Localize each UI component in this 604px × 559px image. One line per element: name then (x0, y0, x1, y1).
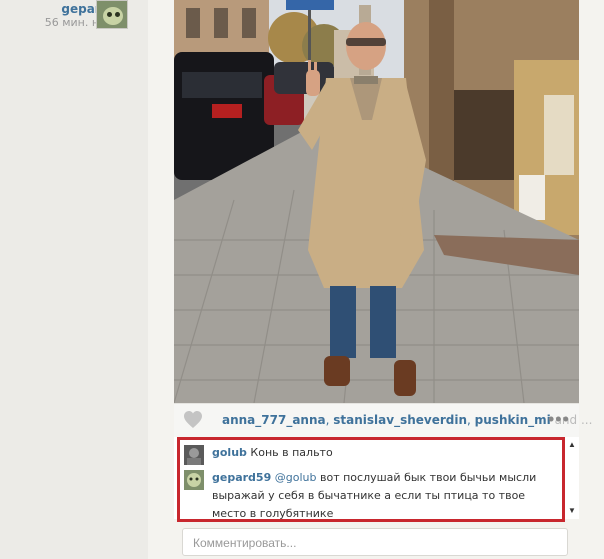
liker-link[interactable]: stanislav_sheverdin (333, 413, 467, 427)
liker-link[interactable]: pushkin_mi (475, 413, 551, 427)
more-dots-icon[interactable]: ••• (548, 410, 570, 428)
likers-list: anna_777_anna, stanislav_sheverdin, push… (222, 413, 593, 427)
post-photo[interactable] (174, 0, 579, 403)
heart-icon[interactable] (182, 409, 204, 431)
left-column: gepard59 56 мин. назад (0, 0, 148, 559)
comment-input[interactable]: Комментировать... (182, 528, 568, 556)
liker-link[interactable]: anna_777_anna (222, 413, 326, 427)
scroll-down-arrow-icon[interactable]: ▼ (568, 506, 576, 515)
author-avatar[interactable] (96, 0, 128, 29)
highlight-frame (177, 437, 565, 522)
scroll-up-arrow-icon[interactable]: ▲ (568, 440, 576, 449)
